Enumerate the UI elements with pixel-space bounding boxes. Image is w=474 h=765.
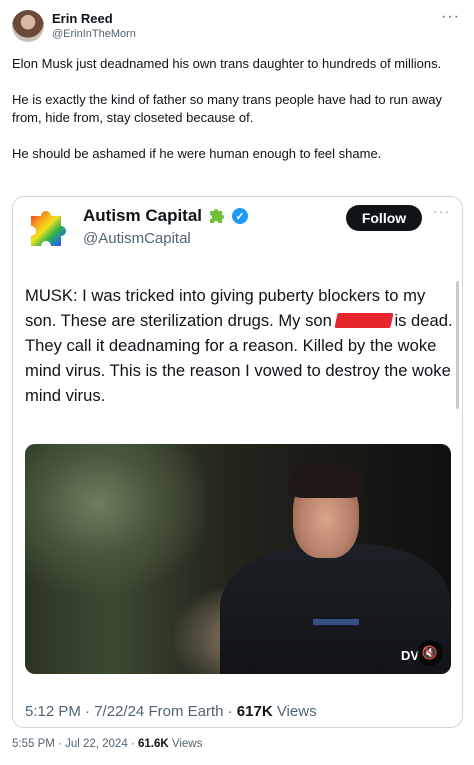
quoted-source: From Earth <box>148 703 224 720</box>
video-background-foliage <box>25 444 205 594</box>
puzzle-logo-icon[interactable] <box>25 206 73 250</box>
shirt-logo <box>313 619 359 625</box>
post-paragraph-3: He should be ashamed if he were human en… <box>12 146 382 161</box>
quoted-text: MUSK: I was tricked into giving puberty … <box>25 283 455 408</box>
scrollbar[interactable] <box>456 281 459 409</box>
video-person-hair <box>289 462 363 498</box>
puzzle-emoji-icon <box>210 209 225 223</box>
post-text: Elon Musk just deadnamed his own trans d… <box>12 55 452 181</box>
post-views-count: 61.6K <box>137 738 169 750</box>
mute-icon[interactable]: 🔇 <box>417 640 443 666</box>
post-paragraph-2: He is exactly the kind of father so many… <box>12 92 442 125</box>
quoted-more-options-icon[interactable]: ··· <box>433 203 450 219</box>
post-meta: 5:55 PM · Jul 22, 2024 · 61.6K Views <box>12 738 203 750</box>
post-time[interactable]: 5:55 PM <box>12 738 55 750</box>
more-options-icon[interactable]: ··· <box>441 8 460 26</box>
avatar[interactable] <box>12 10 44 42</box>
post-paragraph-1: Elon Musk just deadnamed his own trans d… <box>12 56 442 71</box>
redaction-mark <box>334 313 395 328</box>
author-name[interactable]: Erin Reed <box>52 11 113 26</box>
quoted-post[interactable]: Autism Capital ✓ @AutismCapital Follow ·… <box>12 196 463 728</box>
post-views-label: Views <box>171 738 203 750</box>
quoted-author-name-row[interactable]: Autism Capital ✓ <box>83 206 249 226</box>
video-player[interactable]: DV 🔇 <box>25 444 451 674</box>
author-handle[interactable]: @ErinInTheMorn <box>52 28 136 40</box>
verified-badge-icon: ✓ <box>232 208 249 224</box>
quoted-meta: 5:12 PM · 7/22/24 From Earth · 617K View… <box>25 703 317 720</box>
post-date[interactable]: Jul 22, 2024 <box>65 738 128 750</box>
quoted-views-label: Views <box>276 703 317 720</box>
follow-button[interactable]: Follow <box>346 205 422 231</box>
quoted-author-handle[interactable]: @AutismCapital <box>83 230 191 247</box>
quoted-views-count: 617K <box>236 703 273 720</box>
quoted-date[interactable]: 7/22/24 <box>94 703 144 720</box>
post-header: Erin Reed @ErinInTheMorn ··· <box>0 0 474 48</box>
quoted-time[interactable]: 5:12 PM <box>25 703 81 720</box>
quoted-author-name[interactable]: Autism Capital <box>83 206 202 226</box>
